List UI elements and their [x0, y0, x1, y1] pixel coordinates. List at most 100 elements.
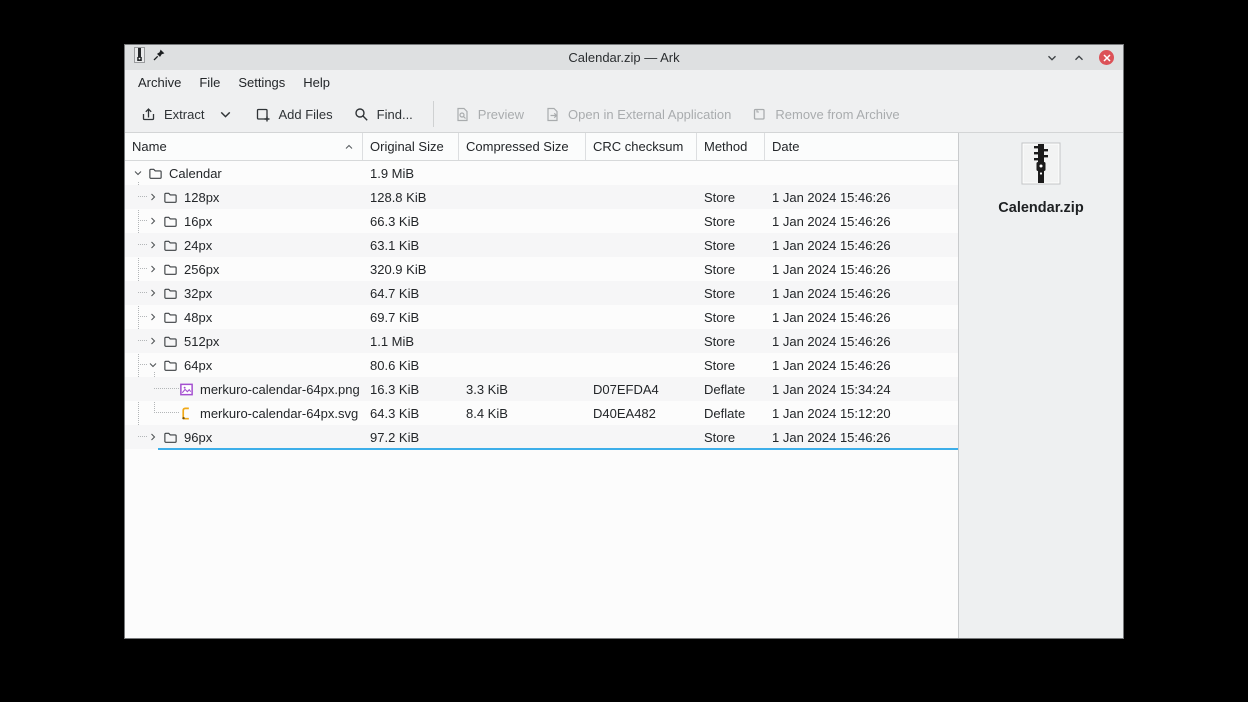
column-header-label: Date: [772, 139, 800, 154]
table-row[interactable]: 96px 97.2 KiB Store 1 Jan 2024 15:46:26: [125, 425, 958, 450]
entry-compressed-size: 3.3 KiB: [466, 381, 508, 397]
entry-name: 24px: [184, 237, 213, 253]
add-files-button[interactable]: Add Files: [244, 99, 342, 129]
toolbar: Extract Add Files Find... Preview Open in Ex…: [125, 96, 1123, 133]
entry-date: 1 Jan 2024 15:46:26: [772, 333, 891, 349]
entry-original-size: 63.1 KiB: [370, 237, 420, 253]
archive-file-name: Calendar.zip: [998, 200, 1084, 216]
titlebar[interactable]: Calendar.zip — Ark: [125, 45, 1123, 70]
entry-method: Deflate: [704, 405, 746, 421]
chevron-right-icon[interactable]: [146, 430, 160, 444]
table-row[interactable]: Calendar 1.9 MiB: [125, 161, 958, 185]
entry-method: Store: [704, 237, 736, 253]
table-row[interactable]: merkuro-calendar-64px.png 16.3 KiB 3.3 KiB…: [125, 377, 958, 401]
menu-archive[interactable]: Archive: [129, 70, 190, 96]
menu-help[interactable]: Help: [294, 70, 339, 96]
chevron-down-icon[interactable]: [131, 166, 145, 180]
chevron-right-icon[interactable]: [146, 310, 160, 324]
entry-original-size: 1.9 MiB: [370, 165, 415, 181]
chevron-down-icon[interactable]: [217, 106, 234, 123]
column-header-name[interactable]: Name: [125, 133, 363, 160]
table-row[interactable]: 24px 63.1 KiB Store 1 Jan 2024 15:46:26: [125, 233, 958, 257]
ark-window: Calendar.zip — Ark Archive File Settings He…: [124, 44, 1124, 639]
table-row[interactable]: 64px 80.6 KiB Store 1 Jan 2024 15:46:26: [125, 353, 958, 377]
extract-button[interactable]: Extract: [130, 99, 244, 129]
preview-button: Preview: [444, 99, 534, 129]
entry-original-size: 16.3 KiB: [370, 381, 420, 397]
entry-original-size: 1.1 MiB: [370, 333, 415, 349]
table-row[interactable]: 512px 1.1 MiB Store 1 Jan 2024 15:46:26: [125, 329, 958, 353]
table-body[interactable]: Calendar 1.9 MiB 128px 128.8 KiB Store 1 Jan …: [125, 161, 958, 638]
remove-from-archive-icon: [751, 106, 768, 123]
chevron-right-icon[interactable]: [146, 238, 160, 252]
entry-method: Store: [704, 429, 736, 445]
entry-compressed-size: 8.4 KiB: [466, 405, 508, 421]
column-header-original-size[interactable]: Original Size: [363, 133, 459, 160]
maximize-button[interactable]: [1072, 51, 1086, 65]
entry-date: 1 Jan 2024 15:12:20: [772, 405, 891, 421]
window-title: Calendar.zip — Ark: [568, 50, 680, 65]
add-files-icon: [254, 106, 271, 123]
folder-icon: [163, 238, 178, 253]
entry-method: Store: [704, 309, 736, 325]
folder-icon: [163, 334, 178, 349]
table-row[interactable]: 128px 128.8 KiB Store 1 Jan 2024 15:46:26: [125, 185, 958, 209]
table-row[interactable]: 256px 320.9 KiB Store 1 Jan 2024 15:46:26: [125, 257, 958, 281]
entry-name: 32px: [184, 285, 213, 301]
menu-settings[interactable]: Settings: [229, 70, 294, 96]
entry-date: 1 Jan 2024 15:46:26: [772, 213, 891, 229]
entry-date: 1 Jan 2024 15:46:26: [772, 357, 891, 373]
entry-date: 1 Jan 2024 15:46:26: [772, 237, 891, 253]
folder-icon: [163, 286, 178, 301]
chevron-right-icon[interactable]: [146, 334, 160, 348]
column-header-compressed-size[interactable]: Compressed Size: [459, 133, 586, 160]
chevron-right-icon[interactable]: [146, 214, 160, 228]
table-row[interactable]: merkuro-calendar-64px.svg 64.3 KiB 8.4 KiB…: [125, 401, 958, 425]
column-header-method[interactable]: Method: [697, 133, 765, 160]
minimize-button[interactable]: [1045, 51, 1059, 65]
folder-icon: [163, 310, 178, 325]
table-row[interactable]: 48px 69.7 KiB Store 1 Jan 2024 15:46:26: [125, 305, 958, 329]
column-header-crc-checksum[interactable]: CRC checksum: [586, 133, 697, 160]
entry-date: 1 Jan 2024 15:34:24: [772, 381, 891, 397]
entry-method: Store: [704, 213, 736, 229]
entry-method: Store: [704, 285, 736, 301]
column-header-date[interactable]: Date: [765, 133, 958, 160]
entry-date: 1 Jan 2024 15:46:26: [772, 429, 891, 445]
open-external-icon: [544, 106, 561, 123]
extract-icon: [140, 106, 157, 123]
entry-name: 96px: [184, 429, 213, 445]
entry-crc-checksum: D07EFDA4: [593, 381, 659, 397]
chevron-right-icon[interactable]: [146, 262, 160, 276]
entry-original-size: 66.3 KiB: [370, 213, 420, 229]
toolbar-button-label: Find...: [376, 106, 413, 122]
folder-icon: [163, 262, 178, 277]
column-header-label: Name: [132, 139, 167, 154]
vector-file-icon: [179, 406, 194, 421]
column-header-label: CRC checksum: [593, 139, 684, 154]
chevron-right-icon[interactable]: [146, 190, 160, 204]
column-header-label: Original Size: [370, 139, 444, 154]
table-row[interactable]: 32px 64.7 KiB Store 1 Jan 2024 15:46:26: [125, 281, 958, 305]
table-header-row: Name Original Size Compressed Size CRC chec…: [125, 133, 958, 161]
toolbar-button-label: Open in External Application: [568, 106, 732, 122]
table-row[interactable]: 16px 66.3 KiB Store 1 Jan 2024 15:46:26: [125, 209, 958, 233]
toolbar-button-label: Remove from Archive: [775, 106, 900, 122]
sort-ascending-icon: [343, 141, 355, 153]
find-button[interactable]: Find...: [343, 99, 423, 129]
pin-icon[interactable]: [152, 48, 166, 67]
entry-name: 64px: [184, 357, 213, 373]
chevron-down-icon[interactable]: [146, 358, 160, 372]
chevron-right-icon[interactable]: [146, 286, 160, 300]
folder-icon: [163, 190, 178, 205]
close-button[interactable]: [1099, 50, 1114, 65]
menu-file[interactable]: File: [190, 70, 229, 96]
entry-original-size: 97.2 KiB: [370, 429, 420, 445]
archive-table: Name Original Size Compressed Size CRC chec…: [125, 133, 958, 638]
entry-original-size: 64.3 KiB: [370, 405, 420, 421]
zip-file-icon: [1021, 142, 1061, 191]
folder-icon: [148, 166, 163, 181]
entry-date: 1 Jan 2024 15:46:26: [772, 285, 891, 301]
